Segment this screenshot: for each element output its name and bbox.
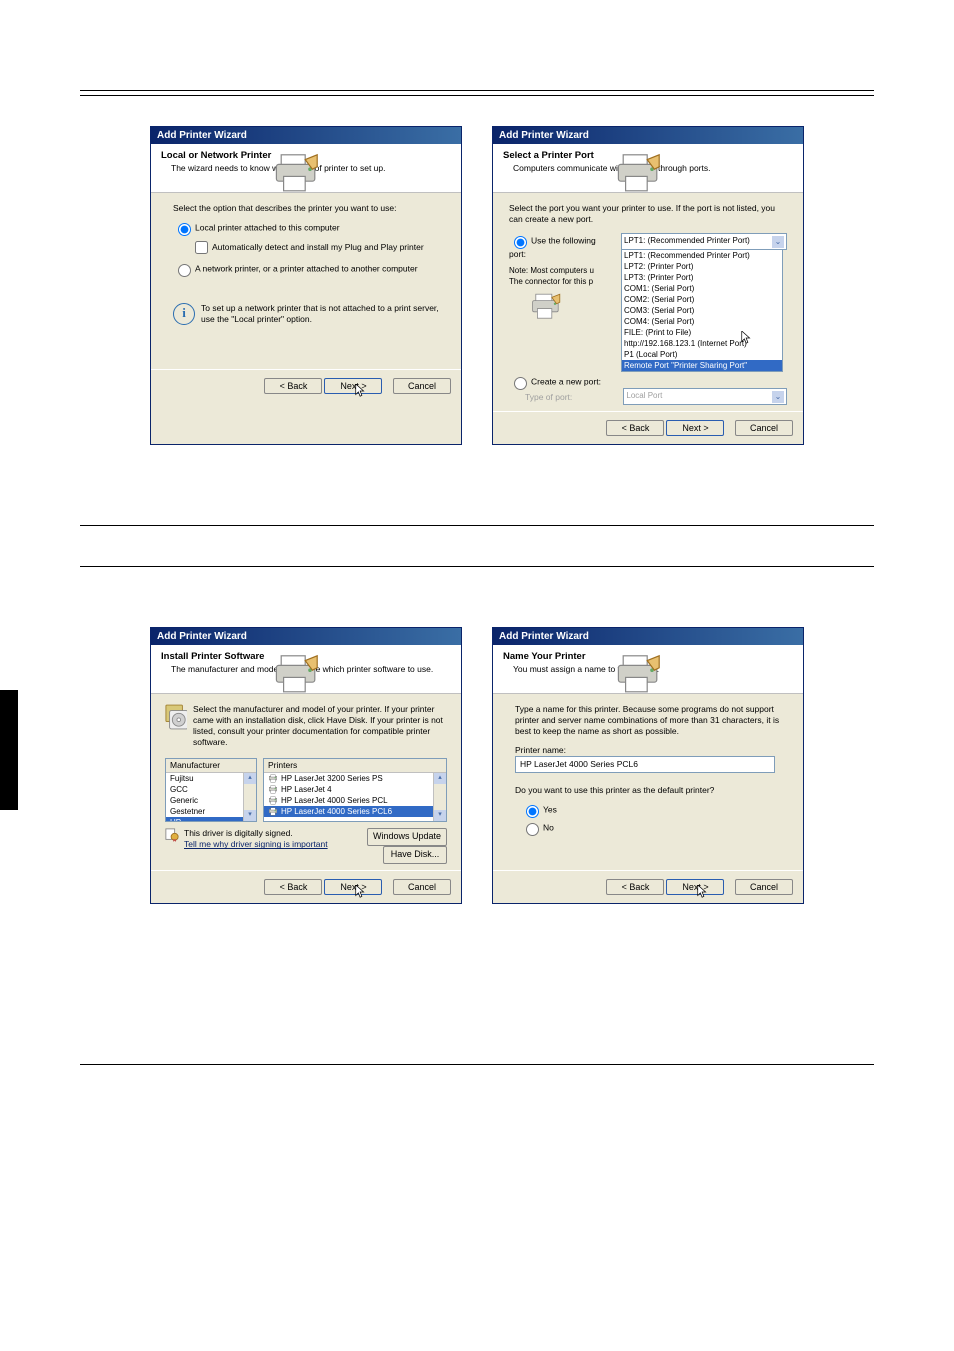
printer-name-input[interactable]: HP LaserJet 4000 Series PCL6 <box>515 756 775 773</box>
wizard-name-printer: Add Printer Wizard Name Your Printer You… <box>492 627 804 904</box>
local-printer-radio[interactable] <box>178 223 191 236</box>
autodetect-checkbox[interactable] <box>195 241 208 254</box>
printer-name-label: Printer name: <box>515 745 787 756</box>
create-port-radio[interactable] <box>514 377 527 390</box>
note-text: Note: Most computers uThe connector for … <box>509 266 615 287</box>
network-printer-radio[interactable] <box>178 264 191 277</box>
port-dropdown-list[interactable]: LPT1: (Recommended Printer Port) LPT2: (… <box>621 250 783 372</box>
back-button[interactable]: < Back <box>606 420 664 436</box>
prompt-text: Select the option that describes the pri… <box>173 203 445 214</box>
back-button[interactable]: < Back <box>264 879 322 895</box>
wizard-select-port: Add Printer Wizard Select a Printer Port… <box>492 126 804 445</box>
instruction-text: Type a name for this printer. Because so… <box>515 704 787 737</box>
manufacturer-list[interactable]: Manufacturer Fujitsu GCC Generic Gestetn… <box>165 758 257 822</box>
titlebar: Add Printer Wizard <box>151 628 461 645</box>
port-dropdown[interactable]: LPT1: (Recommended Printer Port) ⌄ <box>621 233 787 250</box>
scroll-down-icon[interactable]: ▾ <box>244 810 256 821</box>
printer-item-icon <box>268 796 278 805</box>
back-button[interactable]: < Back <box>264 378 322 394</box>
scroll-up-icon[interactable]: ▴ <box>244 773 256 784</box>
side-tab <box>0 690 18 810</box>
scroll-up-icon[interactable]: ▴ <box>434 773 446 784</box>
wizard-local-or-network: Add Printer Wizard Local or Network Prin… <box>150 126 462 445</box>
info-icon: i <box>173 303 195 325</box>
back-button[interactable]: < Back <box>606 879 664 895</box>
chevron-down-icon: ⌄ <box>772 391 784 403</box>
titlebar: Add Printer Wizard <box>493 628 803 645</box>
titlebar: Add Printer Wizard <box>493 127 803 144</box>
windows-update-button[interactable]: Windows Update <box>367 828 447 846</box>
next-button[interactable]: Next > <box>666 879 724 895</box>
prompt-text: Select the port you want your printer to… <box>509 203 787 225</box>
disk-icon <box>165 704 187 730</box>
cancel-button[interactable]: Cancel <box>735 879 793 895</box>
default-printer-question: Do you want to use this printer as the d… <box>515 785 787 796</box>
scrollbar[interactable]: ▴ ▾ <box>243 773 256 821</box>
default-no-radio[interactable] <box>526 823 539 836</box>
cancel-button[interactable]: Cancel <box>393 879 451 895</box>
scrollbar[interactable]: ▴ ▾ <box>433 773 446 821</box>
printer-item-icon <box>268 785 278 794</box>
printer-icon <box>143 150 453 198</box>
info-text: To set up a network printer that is not … <box>201 303 445 325</box>
printers-list[interactable]: Printers HP LaserJet 3200 Series PS HP L… <box>263 758 447 822</box>
titlebar: Add Printer Wizard <box>151 127 461 144</box>
default-yes-radio[interactable] <box>526 805 539 818</box>
printer-image <box>529 291 565 323</box>
next-button[interactable]: Next > <box>324 378 382 394</box>
cancel-button[interactable]: Cancel <box>735 420 793 436</box>
have-disk-button[interactable]: Have Disk... <box>383 846 447 864</box>
type-of-port-label: Type of port: <box>509 392 617 403</box>
scroll-down-icon[interactable]: ▾ <box>434 810 446 821</box>
printer-item-icon <box>268 774 278 783</box>
cancel-button[interactable]: Cancel <box>393 378 451 394</box>
next-button[interactable]: Next > <box>324 879 382 895</box>
printer-icon <box>143 651 453 699</box>
use-port-radio[interactable] <box>514 236 527 249</box>
printer-icon <box>485 651 795 699</box>
port-type-dropdown: Local Port ⌄ <box>623 388 787 405</box>
signed-text: This driver is digitally signed. <box>184 828 328 839</box>
certificate-icon <box>165 828 179 842</box>
printer-item-icon <box>268 807 278 816</box>
printer-icon <box>485 150 795 198</box>
why-signing-link[interactable]: Tell me why driver signing is important <box>184 839 328 849</box>
chevron-down-icon: ⌄ <box>772 236 784 248</box>
next-button[interactable]: Next > <box>666 420 724 436</box>
wizard-install-software: Add Printer Wizard Install Printer Softw… <box>150 627 462 904</box>
instruction-text: Select the manufacturer and model of you… <box>193 704 447 748</box>
